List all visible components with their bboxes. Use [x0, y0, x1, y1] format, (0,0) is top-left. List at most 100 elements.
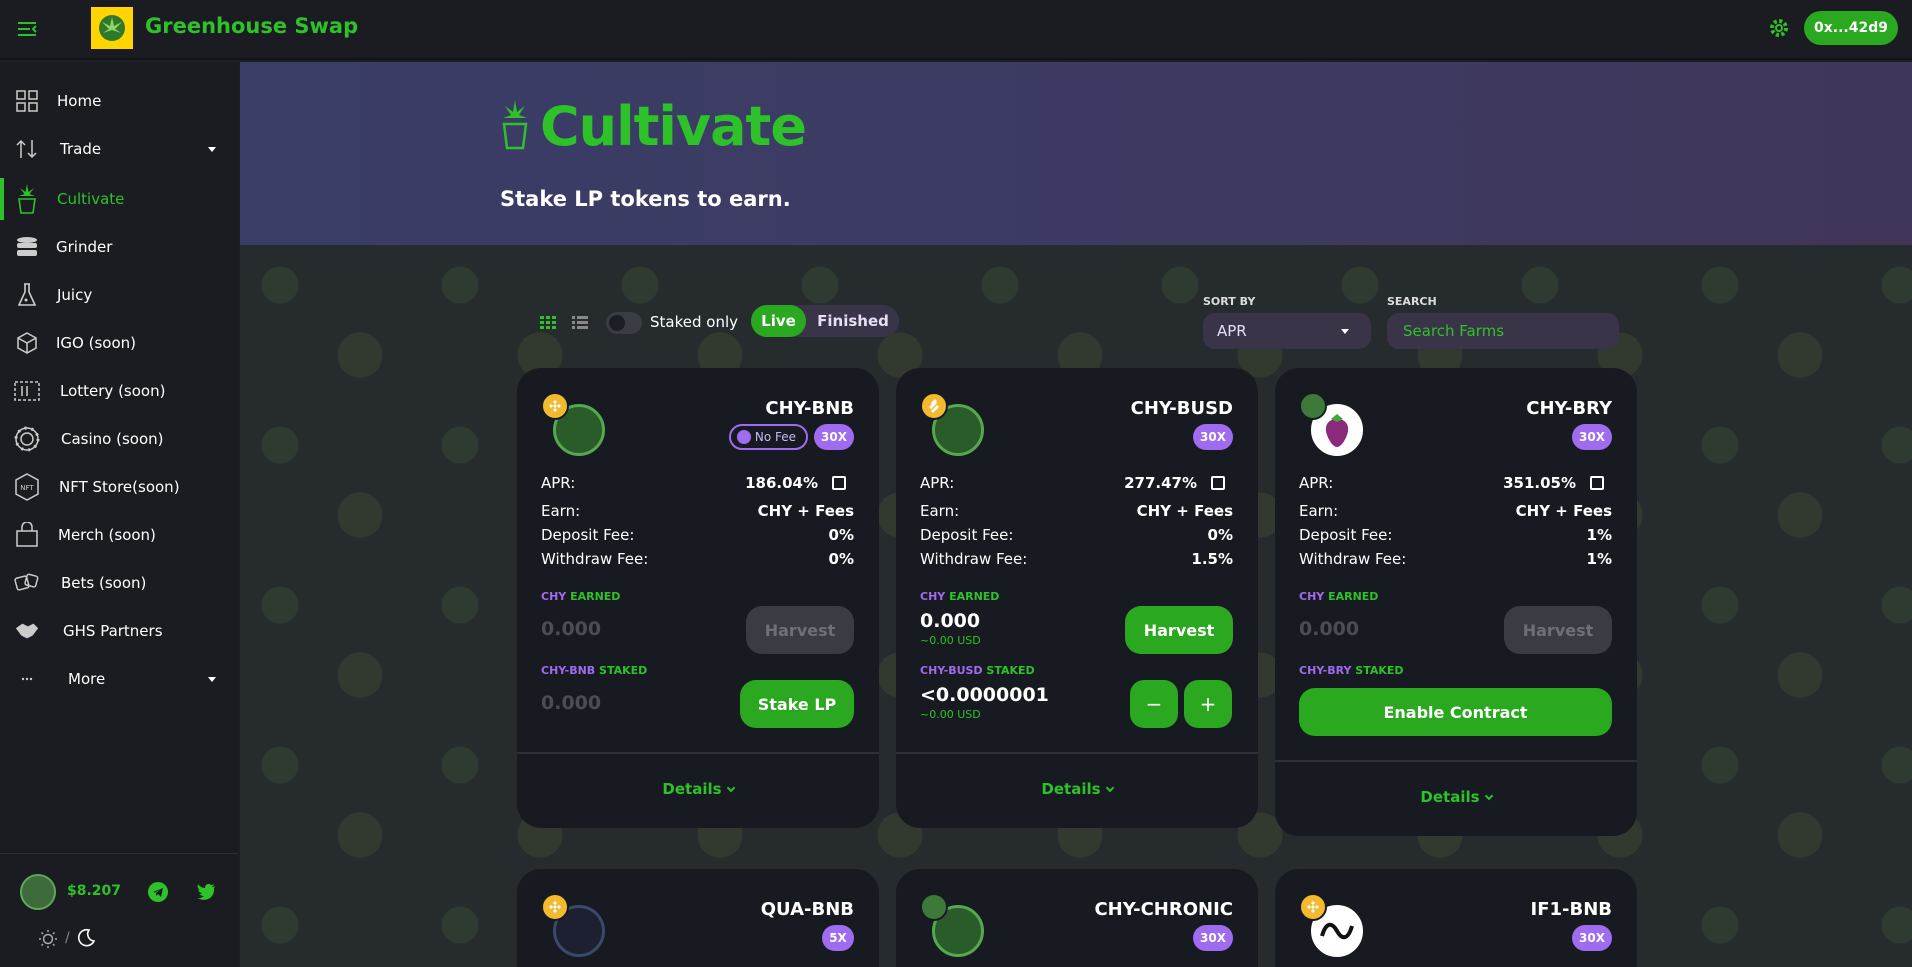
- sidebar-item-bets[interactable]: Bets (soon): [0, 562, 238, 604]
- staked-usd: ~0.00 USD: [920, 708, 981, 721]
- earned-usd: ~0.00 USD: [920, 634, 981, 647]
- theme-separator: /: [65, 930, 70, 946]
- dice-icon: [14, 570, 40, 596]
- enable-contract-button[interactable]: Enable Contract: [1299, 688, 1612, 736]
- sidebar-item-label: Cultivate: [57, 190, 125, 208]
- list-view-icon[interactable]: [572, 316, 588, 330]
- toggle-knob: [609, 315, 625, 331]
- details-toggle[interactable]: Details: [517, 780, 879, 798]
- chip-icon: [14, 426, 40, 452]
- brand-name[interactable]: Greenhouse Swap: [145, 14, 358, 38]
- apr-label: APR:: [1299, 474, 1334, 492]
- grid-view-icon[interactable]: [540, 316, 556, 330]
- badges: 30X: [1572, 424, 1612, 450]
- sun-icon[interactable]: [38, 929, 58, 949]
- stake-more-button[interactable]: +: [1184, 680, 1232, 728]
- harvest-button[interactable]: Harvest: [1125, 606, 1233, 654]
- sidebar-item-label: IGO (soon): [56, 334, 137, 352]
- deposit-fee-value: 0%: [1207, 526, 1233, 544]
- farm-card-chy-chronic: CHY-CHRONIC 30X: [896, 869, 1258, 967]
- apr-row: APR: 186.04%: [541, 474, 854, 494]
- apr-value: 186.04%: [745, 474, 818, 492]
- earned-amount: 0.000: [1299, 618, 1360, 640]
- apr-row: APR: 277.47%: [920, 474, 1233, 494]
- earned-label: CHY EARNED: [920, 590, 1000, 603]
- twitter-icon[interactable]: [196, 882, 216, 902]
- wallet-button[interactable]: 0x...42d9: [1804, 11, 1898, 45]
- brand-logo[interactable]: [91, 7, 133, 49]
- sidebar-item-igo[interactable]: IGO (soon): [0, 322, 238, 364]
- staked-only-toggle[interactable]: [606, 312, 642, 334]
- cube-icon: [14, 330, 40, 356]
- moon-icon[interactable]: [76, 928, 96, 948]
- unstake-button[interactable]: −: [1130, 680, 1178, 728]
- sort-select[interactable]: APR: [1203, 313, 1371, 349]
- menu-collapse-icon[interactable]: [16, 18, 38, 40]
- deposit-fee-row: Deposit Fee: 0%: [920, 526, 1233, 546]
- details-toggle[interactable]: Details: [1275, 788, 1637, 806]
- staked-only-label: Staked only: [650, 313, 738, 331]
- finished-tab[interactable]: Finished: [811, 305, 895, 337]
- details-toggle[interactable]: Details: [896, 780, 1258, 798]
- sort-by-label: SORT BY: [1203, 295, 1256, 308]
- sidebar-item-label: Lottery (soon): [60, 382, 166, 400]
- calculator-icon[interactable]: [1590, 476, 1604, 490]
- staked-amount: <0.0000001: [920, 684, 1049, 706]
- pair-title: QUA-BNB: [760, 899, 854, 920]
- harvest-button[interactable]: Harvest: [746, 606, 854, 654]
- chevron-down-icon: [726, 783, 735, 793]
- stake-lp-button[interactable]: Stake LP: [740, 680, 854, 728]
- sidebar-item-label: More: [68, 670, 106, 688]
- withdraw-fee-value: 1.5%: [1191, 550, 1233, 568]
- farm-card-chy-busd: CHY-BUSD 30X APR: 277.47% Earn: CHY + Fe…: [896, 368, 1258, 828]
- withdraw-fee-row: Withdraw Fee: 1.5%: [920, 550, 1233, 570]
- search-label: SEARCH: [1387, 295, 1437, 308]
- badges: 30X: [1193, 925, 1233, 951]
- bag-icon: [14, 522, 40, 548]
- sidebar-item-nft-store[interactable]: NFT NFT Store(soon): [0, 466, 238, 508]
- nft-icon: NFT: [14, 473, 40, 501]
- no-fee-label: No Fee: [754, 430, 796, 444]
- sidebar-item-home[interactable]: Home: [0, 80, 238, 122]
- divider: [896, 752, 1258, 754]
- svg-text:NFT: NFT: [20, 484, 34, 492]
- telegram-icon[interactable]: [148, 882, 168, 902]
- sidebar-item-label: Trade: [60, 140, 102, 158]
- sidebar-item-lottery[interactable]: Lottery (soon): [0, 370, 238, 412]
- earned-amount: 0.000: [920, 610, 981, 632]
- farm-card-chy-bry: CHY-BRY 30X APR: 351.05% Earn: CHY + Fee…: [1275, 368, 1637, 836]
- live-finished-switch: Live Finished: [751, 305, 899, 337]
- withdraw-fee-label: Withdraw Fee:: [920, 550, 1028, 568]
- calculator-icon[interactable]: [832, 476, 846, 490]
- harvest-button[interactable]: Harvest: [1504, 606, 1612, 654]
- badges: No Fee 30X: [728, 424, 854, 450]
- sidebar-item-casino[interactable]: Casino (soon): [0, 418, 238, 460]
- earn-label: Earn:: [541, 502, 581, 520]
- withdraw-fee-label: Withdraw Fee:: [541, 550, 649, 568]
- search-input[interactable]: [1387, 313, 1619, 349]
- chy-token-avatar: [20, 874, 56, 910]
- multiplier-badge: 5X: [822, 925, 854, 951]
- sidebar-item-merch[interactable]: Merch (soon): [0, 514, 238, 556]
- sidebar-item-more[interactable]: More: [0, 658, 238, 700]
- sidebar-item-cultivate[interactable]: Cultivate: [0, 178, 238, 220]
- multiplier-badge: 30X: [814, 424, 854, 450]
- sidebar-item-ghs-partners[interactable]: GHS Partners: [0, 610, 238, 652]
- withdraw-fee-value: 1%: [1586, 550, 1612, 568]
- deposit-fee-label: Deposit Fee:: [1299, 526, 1393, 544]
- sidebar: Home Trade Cultivate Grinder Juicy IGO (…: [0, 62, 238, 967]
- sidebar-item-juicy[interactable]: Juicy: [0, 274, 238, 316]
- live-tab[interactable]: Live: [751, 305, 806, 337]
- sidebar-item-trade[interactable]: Trade: [0, 128, 238, 170]
- multiplier-badge: 30X: [1572, 925, 1612, 951]
- bnb-token-icon: [541, 392, 569, 420]
- multiplier-badge: 30X: [1193, 925, 1233, 951]
- sidebar-footer: $8.207 /: [0, 853, 238, 967]
- flask-icon: [14, 282, 40, 308]
- staked-amount: 0.000: [541, 692, 602, 714]
- sidebar-item-grinder[interactable]: Grinder: [0, 226, 238, 268]
- earn-row: Earn: CHY + Fees: [541, 502, 854, 522]
- calculator-icon[interactable]: [1211, 476, 1225, 490]
- gear-icon[interactable]: [1768, 17, 1790, 39]
- sidebar-item-label: Juicy: [57, 286, 93, 304]
